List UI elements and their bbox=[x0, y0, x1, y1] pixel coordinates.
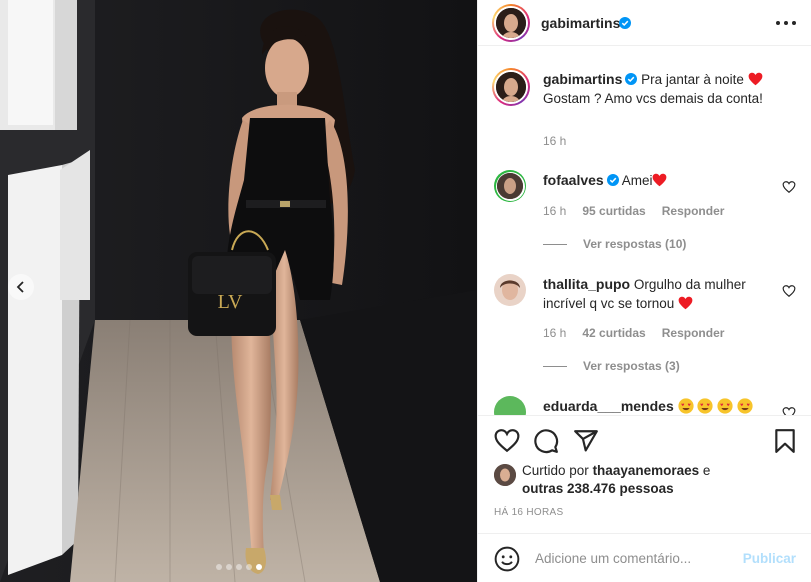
more-options-icon[interactable] bbox=[776, 14, 796, 32]
comment-likes[interactable]: 95 curtidas bbox=[582, 204, 645, 218]
red-heart-emoji-icon bbox=[653, 173, 667, 187]
comment-meta: 16 h 42 curtidas Responder bbox=[543, 326, 724, 340]
comments-list: gabimartins Pra jantar à noite Gostam ? … bbox=[478, 58, 811, 415]
likes-prefix: Curtido por bbox=[522, 463, 589, 478]
red-heart-emoji-icon bbox=[678, 296, 693, 310]
view-replies-button[interactable]: Ver respostas (3) bbox=[543, 359, 680, 373]
verified-badge-icon bbox=[625, 73, 638, 85]
like-comment-heart-icon[interactable] bbox=[782, 284, 796, 298]
verified-badge-icon bbox=[619, 17, 631, 29]
comment-username[interactable]: thallita_pupo bbox=[543, 276, 630, 292]
carousel-dot bbox=[245, 564, 252, 570]
carousel-dot bbox=[215, 564, 222, 570]
comment-text: eduarda___mendes bbox=[543, 397, 772, 415]
liker-username[interactable]: thaayanemoraes bbox=[593, 463, 700, 478]
carousel-prev-button[interactable] bbox=[8, 274, 34, 300]
comment-body-line-1: Orgulho da mulher bbox=[633, 277, 746, 292]
caption-avatar[interactable] bbox=[492, 68, 530, 106]
post-timestamp[interactable]: HÁ 16 HORAS bbox=[494, 507, 563, 518]
comment-likes[interactable]: 42 curtidas bbox=[582, 326, 645, 340]
post-side-panel: gabimartins gabimartins Pra jantar à noi… bbox=[477, 0, 811, 582]
caption-text: gabimartins Pra jantar à noite Gostam ? … bbox=[543, 70, 796, 108]
share-direct-icon[interactable] bbox=[573, 428, 599, 454]
comment-item: eduarda___mendes bbox=[494, 396, 796, 415]
post-image: LV bbox=[0, 0, 477, 582]
commenter-photo bbox=[497, 173, 523, 199]
comment-username[interactable]: fofaalves bbox=[543, 172, 604, 188]
caption-time[interactable]: 16 h bbox=[543, 134, 566, 148]
comment-text: fofaalves Amei bbox=[543, 171, 772, 190]
view-replies-label: Ver respostas (3) bbox=[583, 359, 680, 373]
carousel-dot-active bbox=[255, 564, 262, 570]
caption-author-photo bbox=[496, 72, 526, 102]
author-photo bbox=[496, 8, 526, 38]
post-header: gabimartins bbox=[478, 0, 811, 46]
comment-avatar[interactable] bbox=[494, 274, 526, 306]
comment-input[interactable]: Adicione um comentário... bbox=[535, 551, 691, 566]
comment-icon[interactable] bbox=[533, 428, 559, 454]
chevron-left-icon bbox=[16, 281, 24, 293]
author-username[interactable]: gabimartins bbox=[541, 15, 620, 31]
carousel-dot bbox=[225, 564, 232, 570]
caption-username[interactable]: gabimartins bbox=[543, 71, 622, 87]
verified-badge-icon bbox=[606, 174, 619, 186]
carousel-indicator bbox=[0, 564, 477, 570]
comment-time[interactable]: 16 h bbox=[543, 204, 566, 218]
heart-eyes-emoji-icon bbox=[697, 398, 713, 414]
action-bar bbox=[478, 415, 811, 455]
reply-button[interactable]: Responder bbox=[662, 326, 725, 340]
post-photo[interactable]: LV bbox=[0, 0, 477, 582]
author-avatar[interactable] bbox=[492, 4, 530, 42]
caption-line-2: Gostam ? Amo vcs demais da conta! bbox=[543, 91, 763, 106]
heart-eyes-emoji-icon bbox=[737, 398, 753, 414]
emoji-picker-icon[interactable] bbox=[494, 546, 520, 572]
comment-text: thallita_pupo Orgulho da mulher incrível… bbox=[543, 275, 772, 313]
svg-text:LV: LV bbox=[218, 291, 243, 313]
comment-meta: 16 h 95 curtidas Responder bbox=[543, 204, 724, 218]
liker-photo bbox=[494, 464, 516, 486]
carousel-dot bbox=[235, 564, 242, 570]
comment-body-line-2: incrível q vc se tornou bbox=[543, 296, 675, 311]
like-heart-icon[interactable] bbox=[494, 428, 520, 454]
likes-others-count[interactable]: outras 238.476 pessoas bbox=[522, 481, 674, 496]
reply-button[interactable]: Responder bbox=[662, 204, 725, 218]
like-comment-heart-icon[interactable] bbox=[782, 180, 796, 194]
caption-meta: 16 h bbox=[543, 134, 566, 148]
add-comment-bar: Adicione um comentário... Publicar bbox=[478, 533, 811, 582]
view-replies-label: Ver respostas (10) bbox=[583, 237, 687, 251]
publish-button[interactable]: Publicar bbox=[743, 551, 796, 566]
view-replies-button[interactable]: Ver respostas (10) bbox=[543, 237, 686, 251]
comment-item: fofaalves Amei 16 h 95 curtidas Responde… bbox=[494, 170, 796, 251]
heart-eyes-emoji-icon bbox=[677, 398, 694, 414]
comment-avatar[interactable] bbox=[494, 170, 526, 202]
red-heart-emoji-icon bbox=[748, 72, 763, 86]
comment-time[interactable]: 16 h bbox=[543, 326, 566, 340]
comment-item: thallita_pupo Orgulho da mulher incrível… bbox=[494, 274, 796, 373]
commenter-photo bbox=[494, 274, 526, 306]
like-comment-heart-icon[interactable] bbox=[782, 406, 796, 415]
caption-line-1: Pra jantar à noite bbox=[641, 72, 744, 87]
likes-text: Curtido por thaayanemoraes e outras 238.… bbox=[522, 462, 792, 498]
liker-avatar[interactable] bbox=[494, 464, 516, 486]
post-caption: gabimartins Pra jantar à noite Gostam ? … bbox=[492, 68, 796, 150]
heart-eyes-emoji-icons bbox=[677, 398, 753, 414]
comment-body: Amei bbox=[621, 173, 653, 188]
likes-conjunction: e bbox=[702, 463, 711, 478]
comment-avatar[interactable] bbox=[494, 396, 526, 415]
comment-username[interactable]: eduarda___mendes bbox=[543, 398, 674, 414]
save-bookmark-icon[interactable] bbox=[772, 428, 798, 454]
heart-eyes-emoji-icon bbox=[717, 398, 733, 414]
